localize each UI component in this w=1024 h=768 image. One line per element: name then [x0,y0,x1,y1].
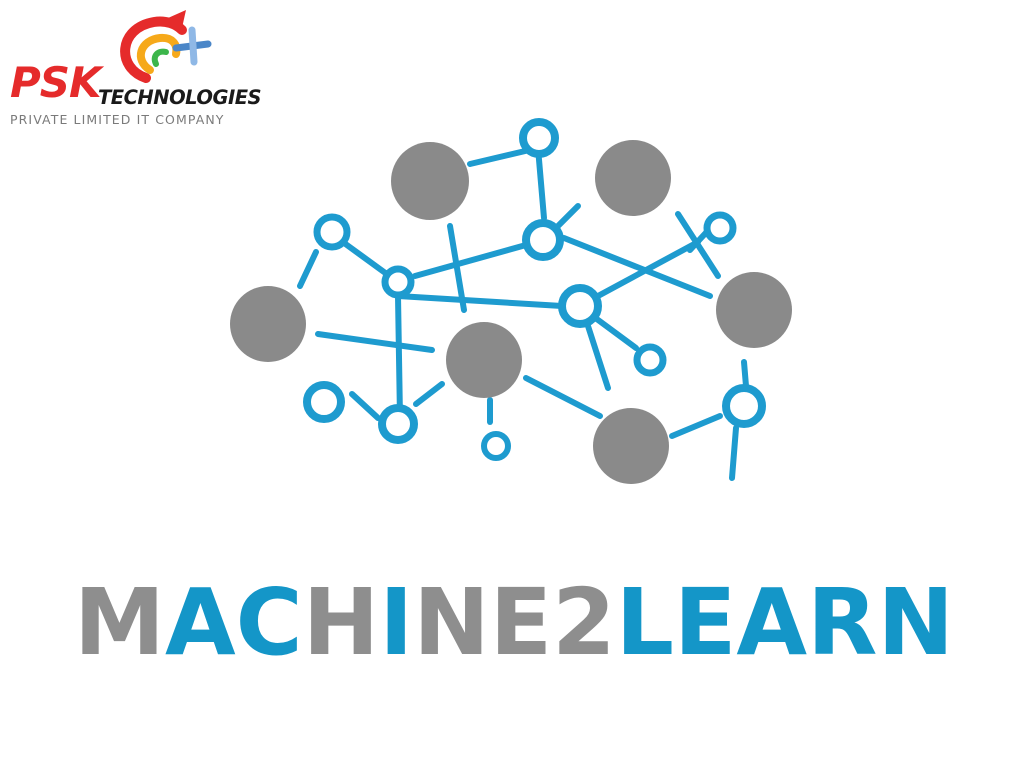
wordmark-segment-h: H [303,572,379,672]
psk-swoosh-icon [120,10,212,83]
wordmark-segment-learn: LEARN [616,572,954,672]
svg-text:MACHINE2LEARN: MACHINE2LEARN [74,572,954,672]
wordmark-segment-ac: AC [165,572,303,672]
wordmark-segment-ne2: NE2 [413,572,616,672]
machine2learn-wordmark: MACHINE2LEARN [74,572,954,672]
neural-network-brain-icon [230,118,792,484]
wordmark-segment-m: M [74,572,165,672]
wordmark-segment-i: I [379,572,413,672]
psk-name: PSK [10,58,102,107]
psk-tagline: PRIVATE LIMITED IT COMPANY [10,112,225,127]
